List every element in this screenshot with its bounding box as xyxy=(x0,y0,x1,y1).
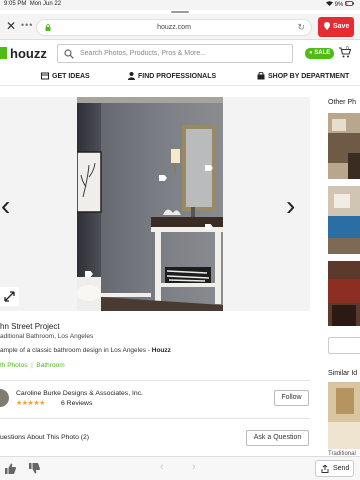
pin-icon xyxy=(324,22,330,30)
close-icon[interactable]: ✕ xyxy=(6,19,16,33)
send-button[interactable]: Send xyxy=(315,460,354,477)
nav-shop-by-department[interactable]: SHOP BY DEPARTMENT xyxy=(257,71,349,80)
sidebar-thumbnail[interactable] xyxy=(328,261,360,326)
wifi-icon xyxy=(325,1,333,6)
product-tag-icon[interactable] xyxy=(205,224,213,230)
avatar[interactable] xyxy=(0,389,9,407)
sidebar-see-all-button[interactable] xyxy=(328,337,360,354)
bottom-toolbar: ‹ › Send xyxy=(0,456,360,480)
breadcrumb-link-photos[interactable]: th Photos xyxy=(0,362,27,369)
status-bar: 9:05 PM Mon Jun 22 9% xyxy=(0,0,360,10)
photo-description: ample of a classic bathroom design in Lo… xyxy=(0,347,171,354)
share-icon xyxy=(321,465,329,473)
similar-ideas-heading: Similar Id xyxy=(328,370,358,377)
breadcrumb: th Photos | Bathroom xyxy=(0,362,65,369)
thumbs-up-icon[interactable] xyxy=(5,463,16,474)
previous-photo-arrow-icon[interactable]: ‹ xyxy=(1,190,10,222)
sale-tag-icon: ● xyxy=(309,50,313,56)
photo-viewer: ‹ › xyxy=(0,97,310,311)
sidebar-thumbnail[interactable] xyxy=(328,186,360,254)
status-time: 9:05 PM Mon Jun 22 xyxy=(4,1,62,7)
address-bar[interactable]: houzz.com ↻ xyxy=(36,19,312,36)
product-tag-icon[interactable] xyxy=(159,175,167,181)
breadcrumb-link-bathroom[interactable]: Bathroom xyxy=(36,362,64,369)
search-placeholder: Search Photos, Products, Pros & More... xyxy=(80,50,207,57)
thumbnail-image xyxy=(328,382,360,449)
search-input[interactable]: Search Photos, Products, Pros & More... xyxy=(57,44,293,63)
divider xyxy=(0,380,310,381)
follow-button[interactable]: Follow xyxy=(274,390,309,406)
save-button[interactable]: Save xyxy=(318,17,354,37)
photo-title: hn Street Project xyxy=(0,322,60,331)
search-icon xyxy=(64,49,74,59)
thumbnail-image xyxy=(328,186,360,254)
sale-badge[interactable]: ● SALE xyxy=(305,48,335,59)
thumbs-down-icon[interactable] xyxy=(29,463,40,474)
nav-get-ideas[interactable]: GET IDEAS xyxy=(41,72,90,80)
cart-icon[interactable] xyxy=(339,47,351,58)
reviews-link[interactable]: 6 Reviews xyxy=(61,400,92,407)
bathroom-image xyxy=(77,97,223,311)
ideas-icon xyxy=(41,72,49,80)
more-options-icon[interactable]: ••• xyxy=(21,20,33,30)
nav-find-professionals[interactable]: FIND PROFESSIONALS xyxy=(128,72,216,80)
bathroom-photo[interactable] xyxy=(77,97,223,311)
reload-icon[interactable]: ↻ xyxy=(297,22,305,33)
cart-count: 0 xyxy=(346,46,349,52)
expand-icon xyxy=(4,291,15,302)
status-battery: 9% xyxy=(325,1,354,8)
next-photo-arrow-icon[interactable]: › xyxy=(286,190,295,222)
photo-subtitle: aditional Bathroom, Los Angeles xyxy=(0,333,94,340)
divider xyxy=(0,418,310,419)
questions-heading: uestions About This Photo (2) xyxy=(0,434,90,441)
houzz-logo-icon xyxy=(0,47,7,59)
other-photos-heading: Other Ph xyxy=(328,99,357,106)
professional-icon xyxy=(128,72,135,80)
sidebar-thumbnail[interactable] xyxy=(328,113,360,179)
previous-page-icon[interactable]: ‹ xyxy=(160,461,164,473)
product-tag-icon[interactable] xyxy=(85,271,93,277)
thumbnail-image xyxy=(328,113,360,179)
next-page-icon[interactable]: › xyxy=(192,461,196,473)
browser-bar: ✕ ••• houzz.com ↻ Save xyxy=(0,14,360,40)
main-nav: GET IDEAS FIND PROFESSIONALS SHOP BY DEP… xyxy=(0,68,360,86)
star-rating: ★★★★★ xyxy=(16,400,45,407)
shop-icon xyxy=(257,71,265,80)
url-host: houzz.com xyxy=(157,24,191,31)
professional-name[interactable]: Caroline Burke Designs & Associates, Inc… xyxy=(16,390,143,397)
expand-button[interactable] xyxy=(0,287,19,306)
sidebar-thumbnail[interactable] xyxy=(328,382,360,449)
ask-question-button[interactable]: Ask a Question xyxy=(246,430,309,446)
battery-icon xyxy=(345,1,354,6)
thumbnail-image xyxy=(328,261,360,326)
product-tag-icon[interactable] xyxy=(205,165,213,171)
window-drag-handle[interactable] xyxy=(171,11,189,13)
houzz-logo[interactable]: houzz xyxy=(0,46,47,62)
